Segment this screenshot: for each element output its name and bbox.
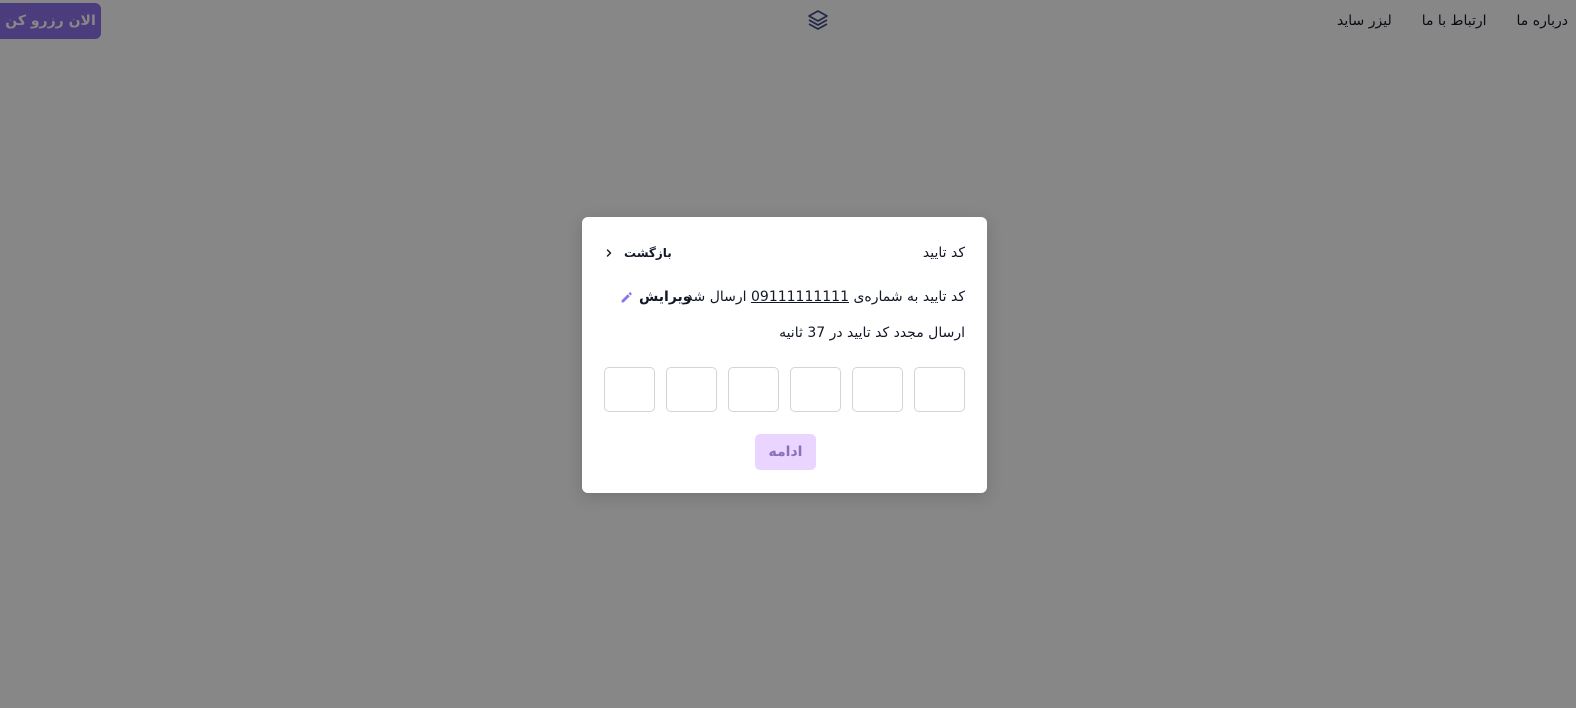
pencil-icon bbox=[621, 291, 632, 302]
edit-label: ویرایش bbox=[639, 289, 692, 305]
otp-input-4[interactable] bbox=[728, 367, 779, 412]
otp-inputs bbox=[604, 367, 965, 412]
otp-input-2[interactable] bbox=[852, 367, 903, 412]
edit-phone-button[interactable]: ویرایش bbox=[620, 287, 692, 307]
back-label: بازگشت bbox=[624, 246, 672, 260]
back-button[interactable]: بازگشت bbox=[604, 243, 672, 263]
otp-input-1[interactable] bbox=[914, 367, 965, 412]
chevron-right-icon bbox=[606, 249, 612, 257]
continue-button[interactable]: ادامه bbox=[755, 434, 816, 470]
modal-title: کد تایید bbox=[922, 245, 965, 261]
sent-suffix: ارسال شد bbox=[686, 289, 752, 305]
verification-modal: کد تایید بازگشت کد تایید به شماره‌ی 0911… bbox=[582, 217, 987, 493]
otp-input-5[interactable] bbox=[666, 367, 717, 412]
phone-number: 09111111111 bbox=[751, 289, 849, 305]
resend-countdown: ارسال مجدد کد تایید در 37 ثانیه bbox=[779, 325, 965, 341]
sent-prefix: کد تایید به شماره‌ی bbox=[849, 289, 965, 305]
otp-input-3[interactable] bbox=[790, 367, 841, 412]
code-sent-message: کد تایید به شماره‌ی 09111111111 ارسال شد bbox=[686, 287, 965, 307]
otp-input-6[interactable] bbox=[604, 367, 655, 412]
